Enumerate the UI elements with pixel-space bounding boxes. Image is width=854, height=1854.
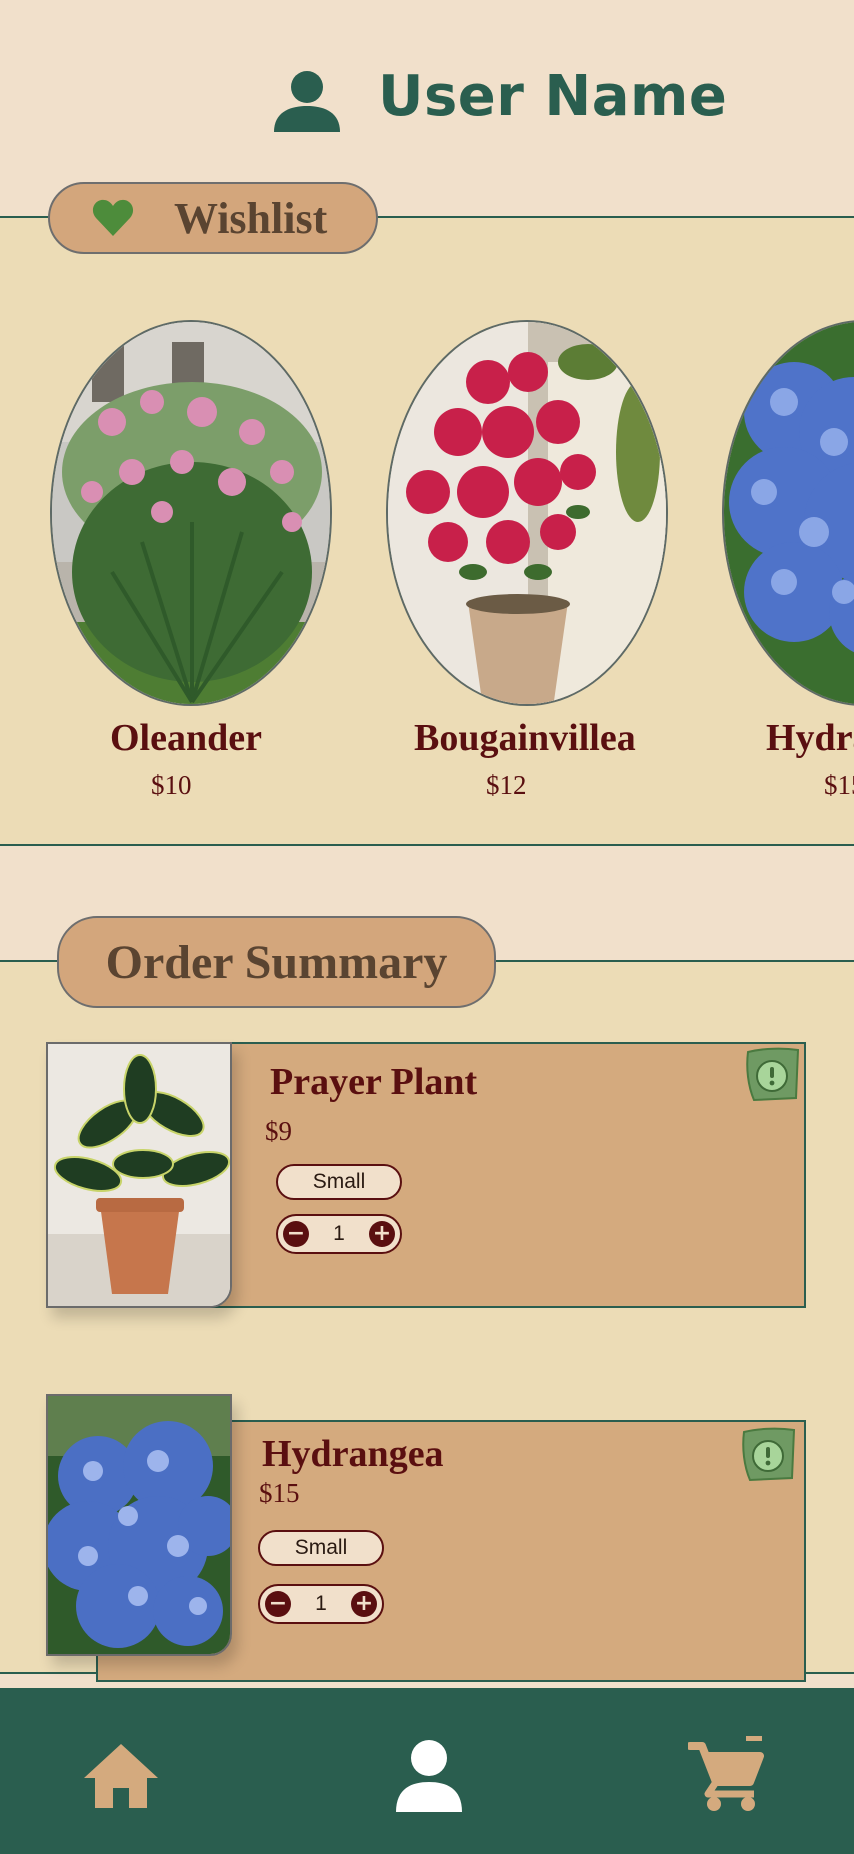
person-icon [274,71,340,132]
wishlist-title: Wishlist [174,193,328,243]
wishlist-item-name-clip: Hydrangea [766,716,854,766]
order-item-price: $15 [259,1478,300,1508]
heart-icon [92,199,134,236]
wishlist-item-price: $15 [824,770,854,800]
wishlist-item-name: Hydrangea [766,717,854,759]
quantity-stepper: − 1 + [258,1584,384,1624]
plus-icon[interactable]: + [351,1591,377,1617]
wishlist-item-image-hydrangea[interactable] [722,320,854,706]
wishlist-item-image-bougainvillea[interactable] [386,320,668,706]
oleander-image [52,322,330,704]
quantity-value: 1 [315,1592,327,1615]
alert-icon[interactable] [744,1046,800,1102]
quantity-value: 1 [333,1222,345,1245]
order-item-price: $9 [265,1116,292,1146]
quantity-stepper: − 1 + [276,1214,402,1254]
order-item-image-hydrangea [46,1394,232,1656]
wishlist-item-price: $10 [151,770,192,800]
prayer-plant-image [48,1044,230,1306]
size-selector[interactable]: Small [276,1164,402,1200]
hydrangea-image [724,322,854,704]
order-summary-title: Order Summary [57,916,496,1008]
minus-icon[interactable]: − [265,1591,291,1617]
wishlist-item-image-oleander[interactable] [50,320,332,706]
bougainvillea-image [388,322,666,704]
cart-icon[interactable] [688,1736,764,1812]
home-icon[interactable] [82,1742,160,1808]
order-item-image-prayer-plant [46,1042,232,1308]
wishlist-item-name: Bougainvillea [414,717,636,759]
order-item-name: Prayer Plant [270,1061,478,1103]
wishlist-item-price: $12 [486,770,527,800]
wishlist-item-name: Oleander [110,717,262,759]
wishlist-item-price-clip: $15 [824,770,854,806]
alert-icon[interactable] [740,1426,796,1482]
person-icon[interactable] [392,1738,466,1812]
hydrangea-image [48,1396,230,1654]
user-name: User Name [378,64,728,129]
minus-icon[interactable]: − [283,1221,309,1247]
size-selector[interactable]: Small [258,1530,384,1566]
wishlist-title-pill: Wishlist [48,182,378,254]
order-item-name: Hydrangea [262,1433,444,1475]
plus-icon[interactable]: + [369,1221,395,1247]
